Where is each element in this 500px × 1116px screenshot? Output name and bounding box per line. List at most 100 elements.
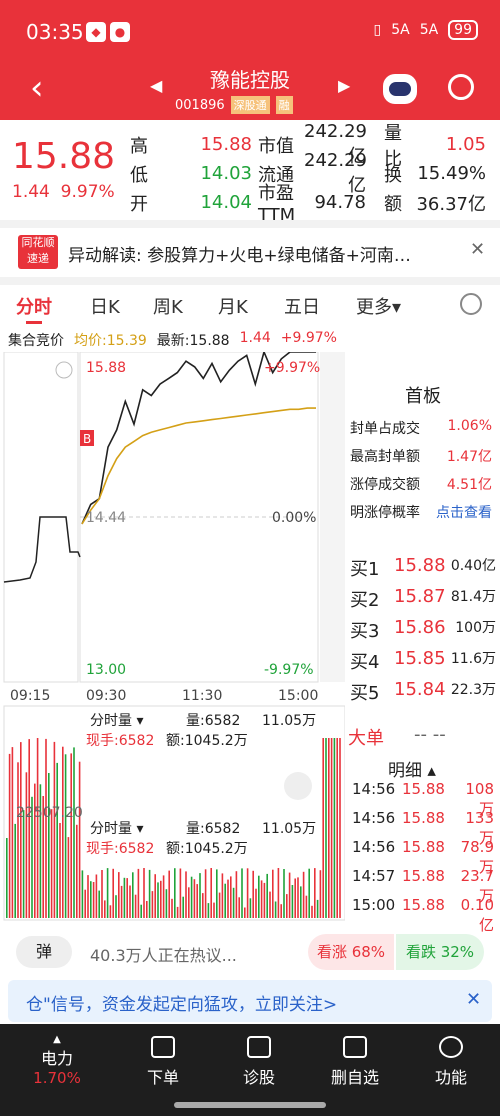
volume-bar bbox=[148, 869, 151, 918]
volume-bar bbox=[339, 738, 341, 918]
battery-icon: 99 bbox=[448, 20, 478, 40]
nav-bar: ‹ ◀ 豫能控股 001896 深股通 融 ▶ bbox=[0, 62, 500, 120]
quote-panel: 15.88 1.44 9.97% 高 15.88 市值 242.29亿 量比 1.05 低 1… bbox=[0, 120, 500, 226]
close-icon[interactable]: ✕ bbox=[470, 239, 485, 260]
tab-minute[interactable]: 分时 bbox=[16, 293, 52, 319]
next-stock-icon[interactable]: ▶ bbox=[338, 76, 350, 95]
news-logo-top: 同花顺 bbox=[21, 236, 55, 249]
news-text[interactable]: 异动解读: 参股算力+火电+绿电储备+河南… bbox=[68, 241, 458, 266]
heat-text[interactable]: 40.3万人正在热议... bbox=[90, 942, 237, 966]
volume-bar bbox=[45, 738, 47, 918]
function-button[interactable]: 功能 bbox=[406, 1032, 496, 1088]
volume-bar bbox=[311, 905, 313, 918]
volume-title[interactable]: 分时量 ▾ bbox=[90, 710, 143, 730]
volume-bar bbox=[101, 870, 103, 918]
change-value: 1.44 bbox=[12, 182, 50, 202]
quote-label: 低 bbox=[130, 164, 148, 186]
volume-bar bbox=[272, 869, 274, 918]
bid-row[interactable]: 买5 15.84 22.3万 bbox=[350, 679, 496, 705]
bid-qty: 81.4万 bbox=[450, 589, 496, 605]
volume-bar bbox=[179, 868, 182, 918]
bid-row[interactable]: 买2 15.87 81.4万 bbox=[350, 586, 496, 612]
volume-bar bbox=[56, 762, 58, 918]
tab-more[interactable]: 更多▾ bbox=[356, 293, 401, 319]
big-order-label: 大单 bbox=[348, 728, 384, 749]
chart-tabs: 分时 日K 周K 月K 五日 更多▾ bbox=[0, 285, 500, 325]
volume-bar bbox=[50, 809, 53, 918]
top-price-label: 15.88 bbox=[86, 360, 126, 376]
volume-bar bbox=[143, 868, 145, 918]
volume-bar bbox=[14, 823, 16, 918]
current-hand: 现手:6582 bbox=[86, 733, 155, 749]
bid-price: 15.85 bbox=[394, 648, 446, 669]
detail-title[interactable]: 明细 ▴ bbox=[388, 756, 436, 781]
volume-bar bbox=[230, 876, 232, 918]
volume-bar bbox=[140, 904, 142, 918]
volume-bar bbox=[260, 880, 263, 918]
bullish-button[interactable]: 看涨 68% bbox=[308, 934, 394, 970]
promo-banner[interactable]: 仓"信号，资金发起定向猛攻，立即关注> ✕ bbox=[8, 980, 492, 1022]
quote-value: 15.88 bbox=[200, 134, 252, 155]
home-indicator[interactable] bbox=[174, 1102, 326, 1108]
limit-up-key: 涨停成交额 bbox=[350, 477, 420, 493]
mid-price-label: 14.44 bbox=[86, 510, 126, 526]
order-button[interactable]: 下单 bbox=[118, 1032, 208, 1088]
bid-level: 买1 bbox=[350, 559, 380, 580]
robot-icon[interactable] bbox=[383, 74, 417, 104]
remove-watchlist-button[interactable]: 删自选 bbox=[310, 1032, 400, 1088]
diagnose-button[interactable]: 诊股 bbox=[214, 1032, 304, 1088]
volume-bar bbox=[207, 903, 210, 918]
volume-bar bbox=[216, 869, 218, 918]
volume-left-label: 22507.20 bbox=[16, 805, 83, 821]
volume-bar bbox=[8, 753, 11, 918]
volume-bar bbox=[168, 870, 170, 918]
volume-bar bbox=[84, 889, 86, 918]
bid-row[interactable]: 买4 15.85 11.6万 bbox=[350, 648, 496, 674]
volume-bar bbox=[134, 894, 137, 918]
expand-icon[interactable] bbox=[284, 772, 312, 800]
quote-label: 额 bbox=[384, 193, 402, 215]
limit-up-value: 1.47亿 bbox=[446, 449, 492, 465]
volume-bar bbox=[202, 893, 204, 918]
current-price: 15.88 bbox=[12, 136, 116, 177]
time-label-noon: 11:30 bbox=[182, 688, 222, 704]
banner-text[interactable]: 仓"信号，资金发起定向猛攻，立即关注> bbox=[26, 990, 337, 1015]
bid-row[interactable]: 买1 15.88 0.40亿 bbox=[350, 555, 496, 581]
volume-bar bbox=[162, 875, 165, 918]
news-bar[interactable]: 同花顺 速递 异动解读: 参股算力+火电+绿电储备+河南… ✕ bbox=[0, 225, 500, 277]
bid-level: 买3 bbox=[350, 621, 380, 642]
close-icon[interactable]: ✕ bbox=[466, 989, 481, 1010]
limit-up-row[interactable]: 明涨停概率 点击查看 bbox=[350, 502, 492, 522]
sector-power-button[interactable]: ▲ 电力 1.70% bbox=[12, 1032, 102, 1087]
volume-bar bbox=[106, 868, 109, 918]
volume-title[interactable]: 分时量 ▾ bbox=[90, 818, 143, 838]
status-indicators: ▯ 5A 5A 99 bbox=[373, 20, 478, 40]
volume-bar bbox=[115, 895, 117, 918]
volume-bar bbox=[129, 885, 131, 918]
tab-day-k[interactable]: 日K bbox=[90, 293, 120, 319]
volume-bar bbox=[92, 882, 95, 918]
tab-week-k[interactable]: 周K bbox=[153, 293, 183, 319]
limit-up-row: 封单占成交 1.06% bbox=[350, 418, 492, 438]
volume-max: 11.05万 bbox=[262, 713, 317, 729]
volume-bar bbox=[249, 898, 252, 918]
volume-bar bbox=[185, 871, 187, 918]
quote-value: 1.05 bbox=[445, 134, 486, 155]
diagnose-icon bbox=[247, 1036, 271, 1058]
quote-grid: 高 15.88 市值 242.29亿 量比 1.05 低 14.03 流通 242.29亿换 15.… bbox=[130, 121, 486, 226]
volume-bar bbox=[11, 747, 14, 918]
bid-row[interactable]: 买3 15.86 100万 bbox=[350, 617, 496, 643]
sector-pct: 1.70% bbox=[33, 1069, 81, 1087]
tab-month-k[interactable]: 月K bbox=[218, 293, 248, 319]
settings-icon[interactable] bbox=[460, 293, 482, 315]
limit-up-value[interactable]: 点击查看 bbox=[436, 502, 492, 522]
danmaku-icon[interactable]: 弹 bbox=[16, 936, 72, 968]
bearish-button[interactable]: 看跌 32% bbox=[396, 934, 484, 970]
signal-1: 5A bbox=[391, 22, 410, 38]
volume-bar bbox=[109, 905, 112, 918]
volume-max: 11.05万 bbox=[262, 821, 317, 837]
stock-code: 001896 bbox=[175, 97, 225, 113]
volume-bar bbox=[59, 823, 61, 918]
search-icon[interactable] bbox=[448, 74, 474, 100]
tab-five-day[interactable]: 五日 bbox=[284, 293, 320, 319]
